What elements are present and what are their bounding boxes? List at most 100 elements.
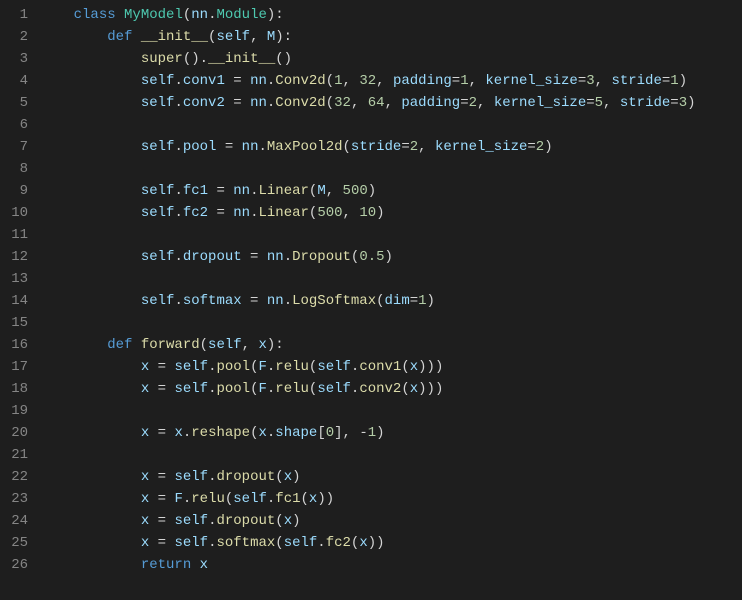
token-parm: padding [393,73,452,89]
line-number: 22 [0,466,28,488]
token-fn: MaxPool2d [267,139,343,155]
token-var: nn [267,249,284,265]
code-line[interactable]: x = self.dropout(x) [40,466,742,488]
token-var: x [141,535,149,551]
code-line[interactable]: x = x.reshape(x.shape[0], -1) [40,422,742,444]
code-line[interactable] [40,400,742,422]
token-op: = [578,73,586,89]
token-var: x [200,557,208,573]
token-pun [40,425,141,441]
token-pun: , [595,73,612,89]
code-line[interactable]: self.dropout = nn.Dropout(0.5) [40,246,742,268]
token-pun: ) [368,183,376,199]
token-pun: , [376,73,393,89]
token-op: - [359,425,367,441]
token-pun: , [351,95,368,111]
token-var: shape [275,425,317,441]
token-var: x [410,359,418,375]
token-op: = [225,95,250,111]
token-pun: . [250,205,258,221]
code-line[interactable] [40,268,742,290]
code-editor[interactable]: 1234567891011121314151617181920212223242… [0,0,742,600]
token-var: softmax [183,293,242,309]
token-pun: . [183,425,191,441]
line-number: 7 [0,136,28,158]
token-op: = [242,293,267,309]
token-pun [40,7,74,23]
token-self: self [317,381,351,397]
token-pun [40,293,141,309]
token-var: x [174,425,182,441]
code-line[interactable]: super().__init__() [40,48,742,70]
token-op: = [149,513,174,529]
token-op: = [410,293,418,309]
token-num: 3 [586,73,594,89]
token-num: 1 [460,73,468,89]
code-line[interactable]: def __init__(self, M): [40,26,742,48]
token-pun [40,469,141,485]
code-line[interactable]: self.conv1 = nn.Conv2d(1, 32, padding=1,… [40,70,742,92]
token-self: self [317,359,351,375]
code-line[interactable] [40,444,742,466]
token-pun [40,513,141,529]
token-op: = [401,139,409,155]
code-line[interactable]: self.fc2 = nn.Linear(500, 10) [40,202,742,224]
token-var: nn [242,139,259,155]
token-pun: ( [200,337,208,353]
code-line[interactable]: self.fc1 = nn.Linear(M, 500) [40,180,742,202]
code-line[interactable]: x = self.dropout(x) [40,510,742,532]
token-var: M [317,183,325,199]
token-pun: . [174,95,182,111]
code-line[interactable]: self.softmax = nn.LogSoftmax(dim=1) [40,290,742,312]
token-pun: ) [687,95,695,111]
token-var: pool [183,139,217,155]
token-fn: conv2 [359,381,401,397]
code-line[interactable] [40,158,742,180]
code-line[interactable] [40,312,742,334]
token-pun [40,535,141,551]
token-num: 500 [317,205,342,221]
line-number: 15 [0,312,28,334]
token-pun [40,51,141,67]
code-line[interactable]: def forward(self, x): [40,334,742,356]
token-pun [40,491,141,507]
code-line[interactable]: x = F.relu(self.fc1(x)) [40,488,742,510]
token-pun: . [174,183,182,199]
token-pun [40,359,141,375]
token-pun: ( [301,491,309,507]
token-pun: , [385,95,402,111]
code-line[interactable]: self.conv2 = nn.Conv2d(32, 64, padding=2… [40,92,742,114]
token-pun: ) [427,293,435,309]
token-var: nn [191,7,208,23]
token-kw: return [141,557,200,573]
code-line[interactable]: x = self.pool(F.relu(self.conv1(x))) [40,356,742,378]
line-number: 8 [0,158,28,180]
token-num: 10 [359,205,376,221]
token-pun: ) [679,73,687,89]
token-self: self [141,205,175,221]
token-var: x [141,513,149,529]
line-number: 10 [0,202,28,224]
code-line[interactable] [40,224,742,246]
code-line[interactable]: self.pool = nn.MaxPool2d(stride=2, kerne… [40,136,742,158]
token-var: dropout [183,249,242,265]
code-area[interactable]: class MyModel(nn.Module): def __init__(s… [40,0,742,600]
line-number: 4 [0,70,28,92]
code-line[interactable] [40,114,742,136]
line-number: 6 [0,114,28,136]
token-fn: Dropout [292,249,351,265]
token-num: 2 [536,139,544,155]
code-line[interactable]: return x [40,554,742,576]
token-pun: ) [292,513,300,529]
token-pun: . [317,535,325,551]
token-op: = [670,95,678,111]
code-line[interactable]: x = self.pool(F.relu(self.conv2(x))) [40,378,742,400]
token-var: x [258,425,266,441]
code-line[interactable]: x = self.softmax(self.fc2(x)) [40,532,742,554]
token-var: fc1 [183,183,208,199]
code-line[interactable]: class MyModel(nn.Module): [40,4,742,26]
line-number: 21 [0,444,28,466]
token-pun: . [174,249,182,265]
token-parm: stride [611,73,661,89]
token-num: 3 [679,95,687,111]
